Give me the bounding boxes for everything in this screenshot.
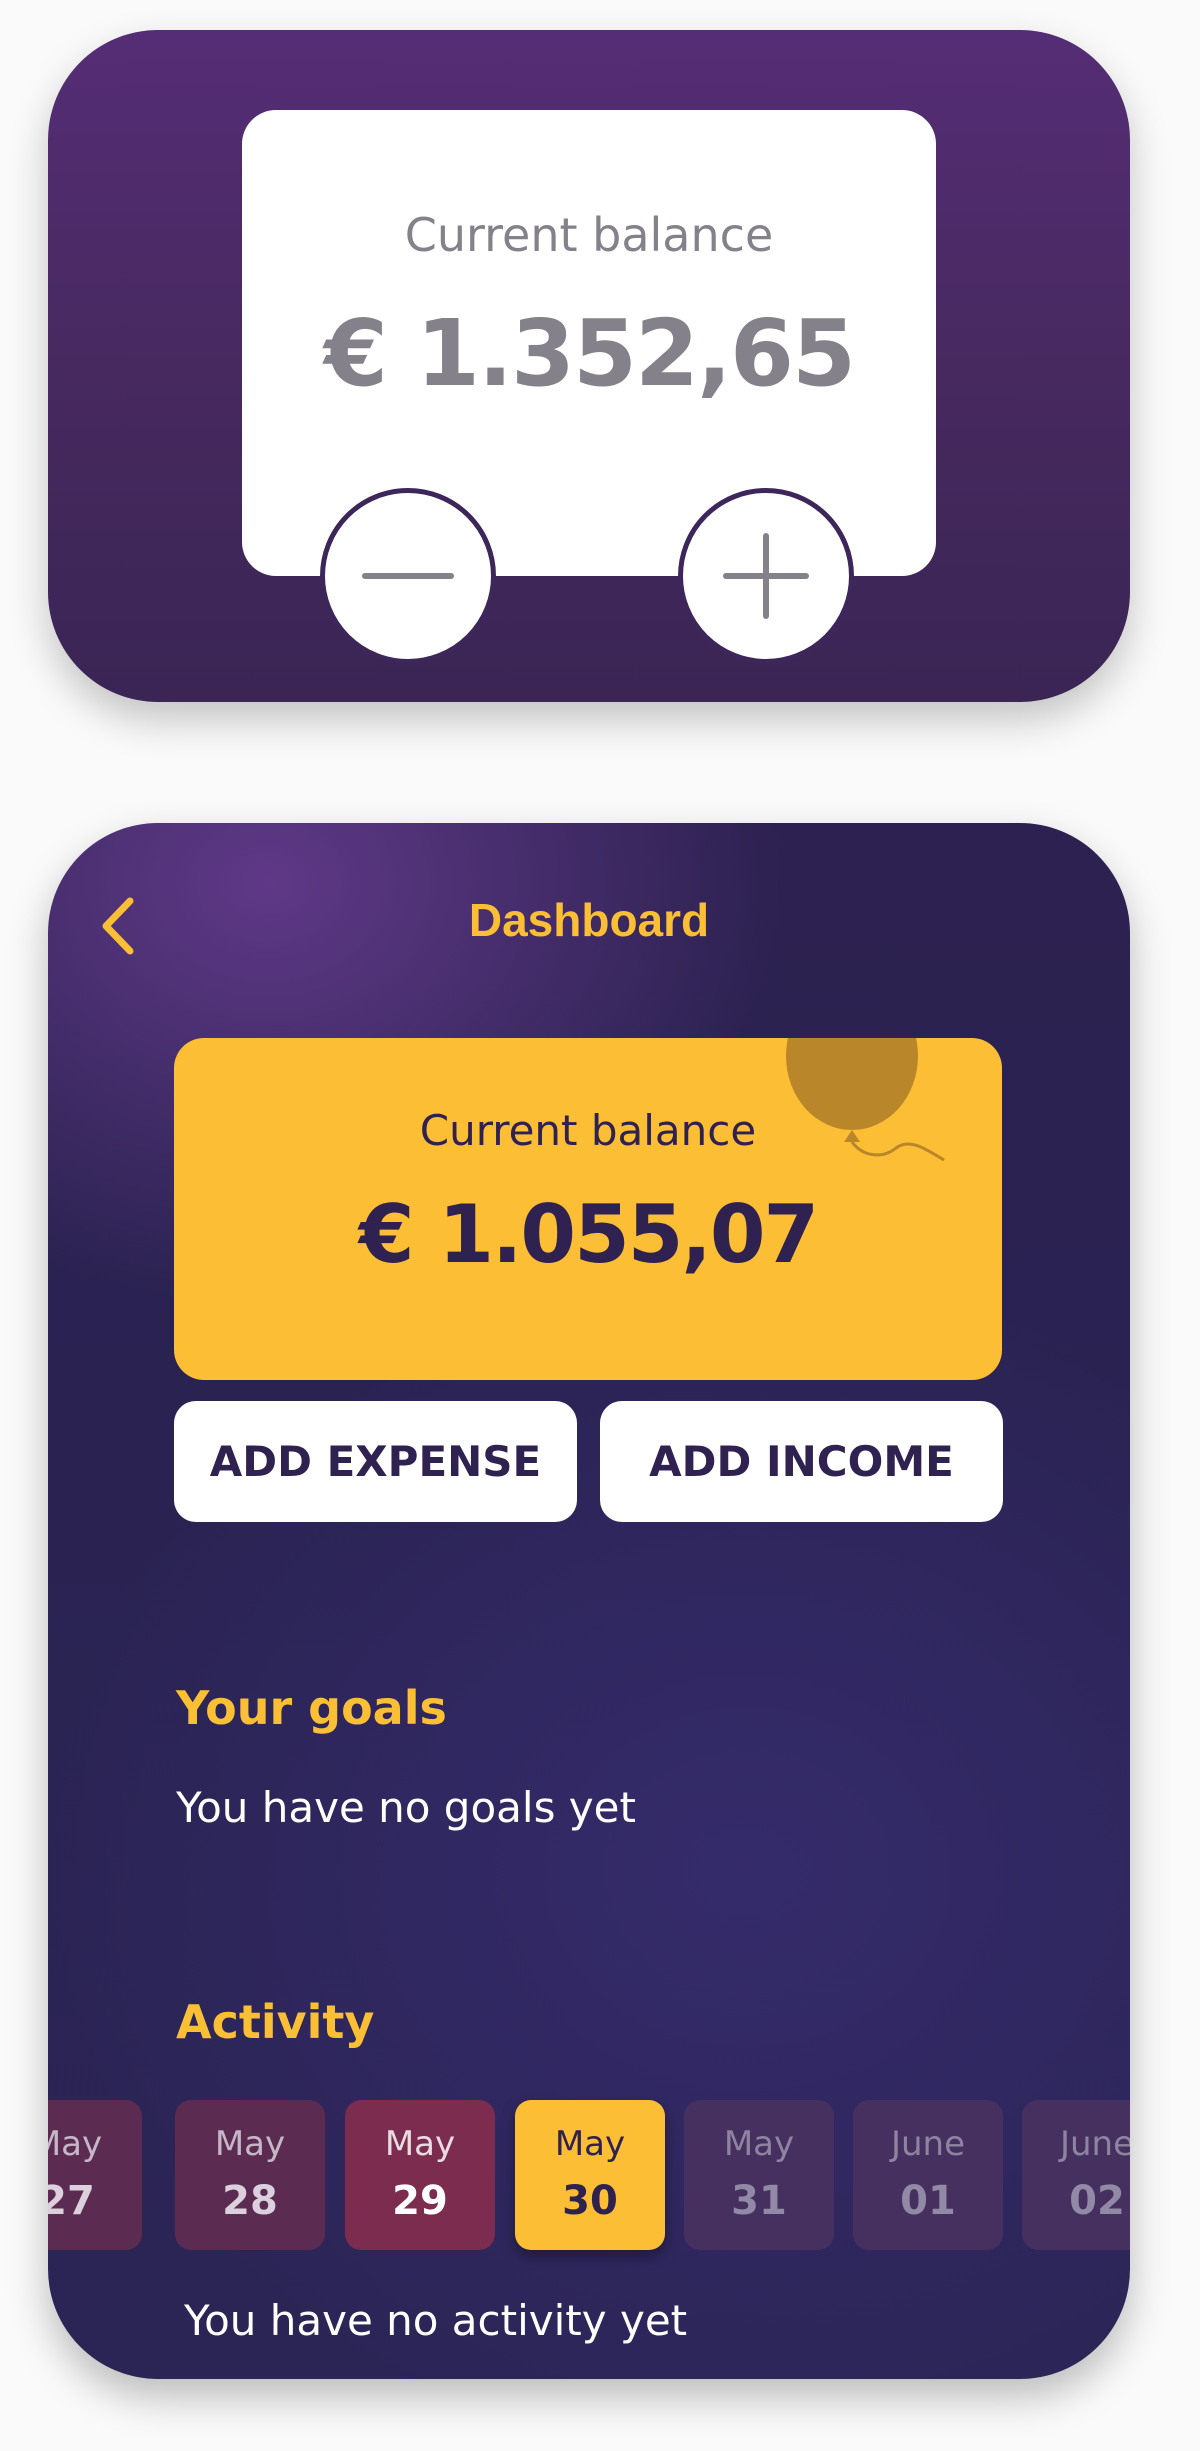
page-title: Dashboard <box>468 894 710 946</box>
date-chip-day: 30 <box>562 2178 618 2224</box>
page: Current balance € 1.352,65 Dashboard Cur… <box>0 0 1200 2451</box>
date-chip-day: 02 <box>1069 2178 1125 2224</box>
date-chip-month: May <box>384 2124 456 2164</box>
date-chip-may-27[interactable]: May 27 <box>48 2100 142 2250</box>
date-chip-day: 27 <box>48 2178 95 2224</box>
goals-empty-text: You have no goals yet <box>176 1783 636 1832</box>
date-chip-may-31[interactable]: May 31 <box>684 2100 834 2250</box>
date-chip-month: June <box>1059 2124 1130 2164</box>
balance-amount: € 1.055,07 <box>358 1188 819 1281</box>
balance-widget-amount: € 1.352,65 <box>323 300 856 407</box>
dashboard-screen: Dashboard Current balance € 1.055,07 ADD… <box>48 823 1130 2379</box>
add-button[interactable] <box>678 488 854 664</box>
balance-widget-card: Current balance € 1.352,65 <box>48 30 1130 702</box>
date-chip-day: 31 <box>731 2178 787 2224</box>
current-balance-card: Current balance € 1.055,07 <box>174 1038 1002 1380</box>
date-chip-may-29[interactable]: May 29 <box>345 2100 495 2250</box>
date-chip-day: 01 <box>900 2178 956 2224</box>
add-income-button[interactable]: ADD INCOME <box>600 1401 1003 1522</box>
subtract-button[interactable] <box>320 488 496 664</box>
goals-heading: Your goals <box>176 1681 447 1735</box>
add-expense-button[interactable]: ADD EXPENSE <box>174 1401 577 1522</box>
date-chip-month: May <box>214 2124 286 2164</box>
date-chip-may-28[interactable]: May 28 <box>175 2100 325 2250</box>
date-chip-june-02[interactable]: June 02 <box>1022 2100 1130 2250</box>
minus-icon <box>362 573 454 579</box>
date-chip-day: 28 <box>222 2178 278 2224</box>
date-chip-day: 29 <box>392 2178 448 2224</box>
date-chip-month: May <box>723 2124 795 2164</box>
date-chip-june-01[interactable]: June 01 <box>853 2100 1003 2250</box>
date-chip-month: June <box>890 2124 966 2164</box>
balance-widget-label: Current balance <box>404 208 774 262</box>
plus-icon <box>723 533 809 619</box>
date-strip[interactable]: May 27 May 28 May 29 May 30 May 31 June … <box>48 2100 1130 2252</box>
balance-label: Current balance <box>419 1106 757 1155</box>
activity-heading: Activity <box>176 1995 375 2049</box>
date-chip-month: May <box>554 2124 626 2164</box>
date-chip-month: May <box>48 2124 103 2164</box>
activity-empty-text: You have no activity yet <box>184 2296 688 2345</box>
date-chip-may-30-selected[interactable]: May 30 <box>515 2100 665 2250</box>
